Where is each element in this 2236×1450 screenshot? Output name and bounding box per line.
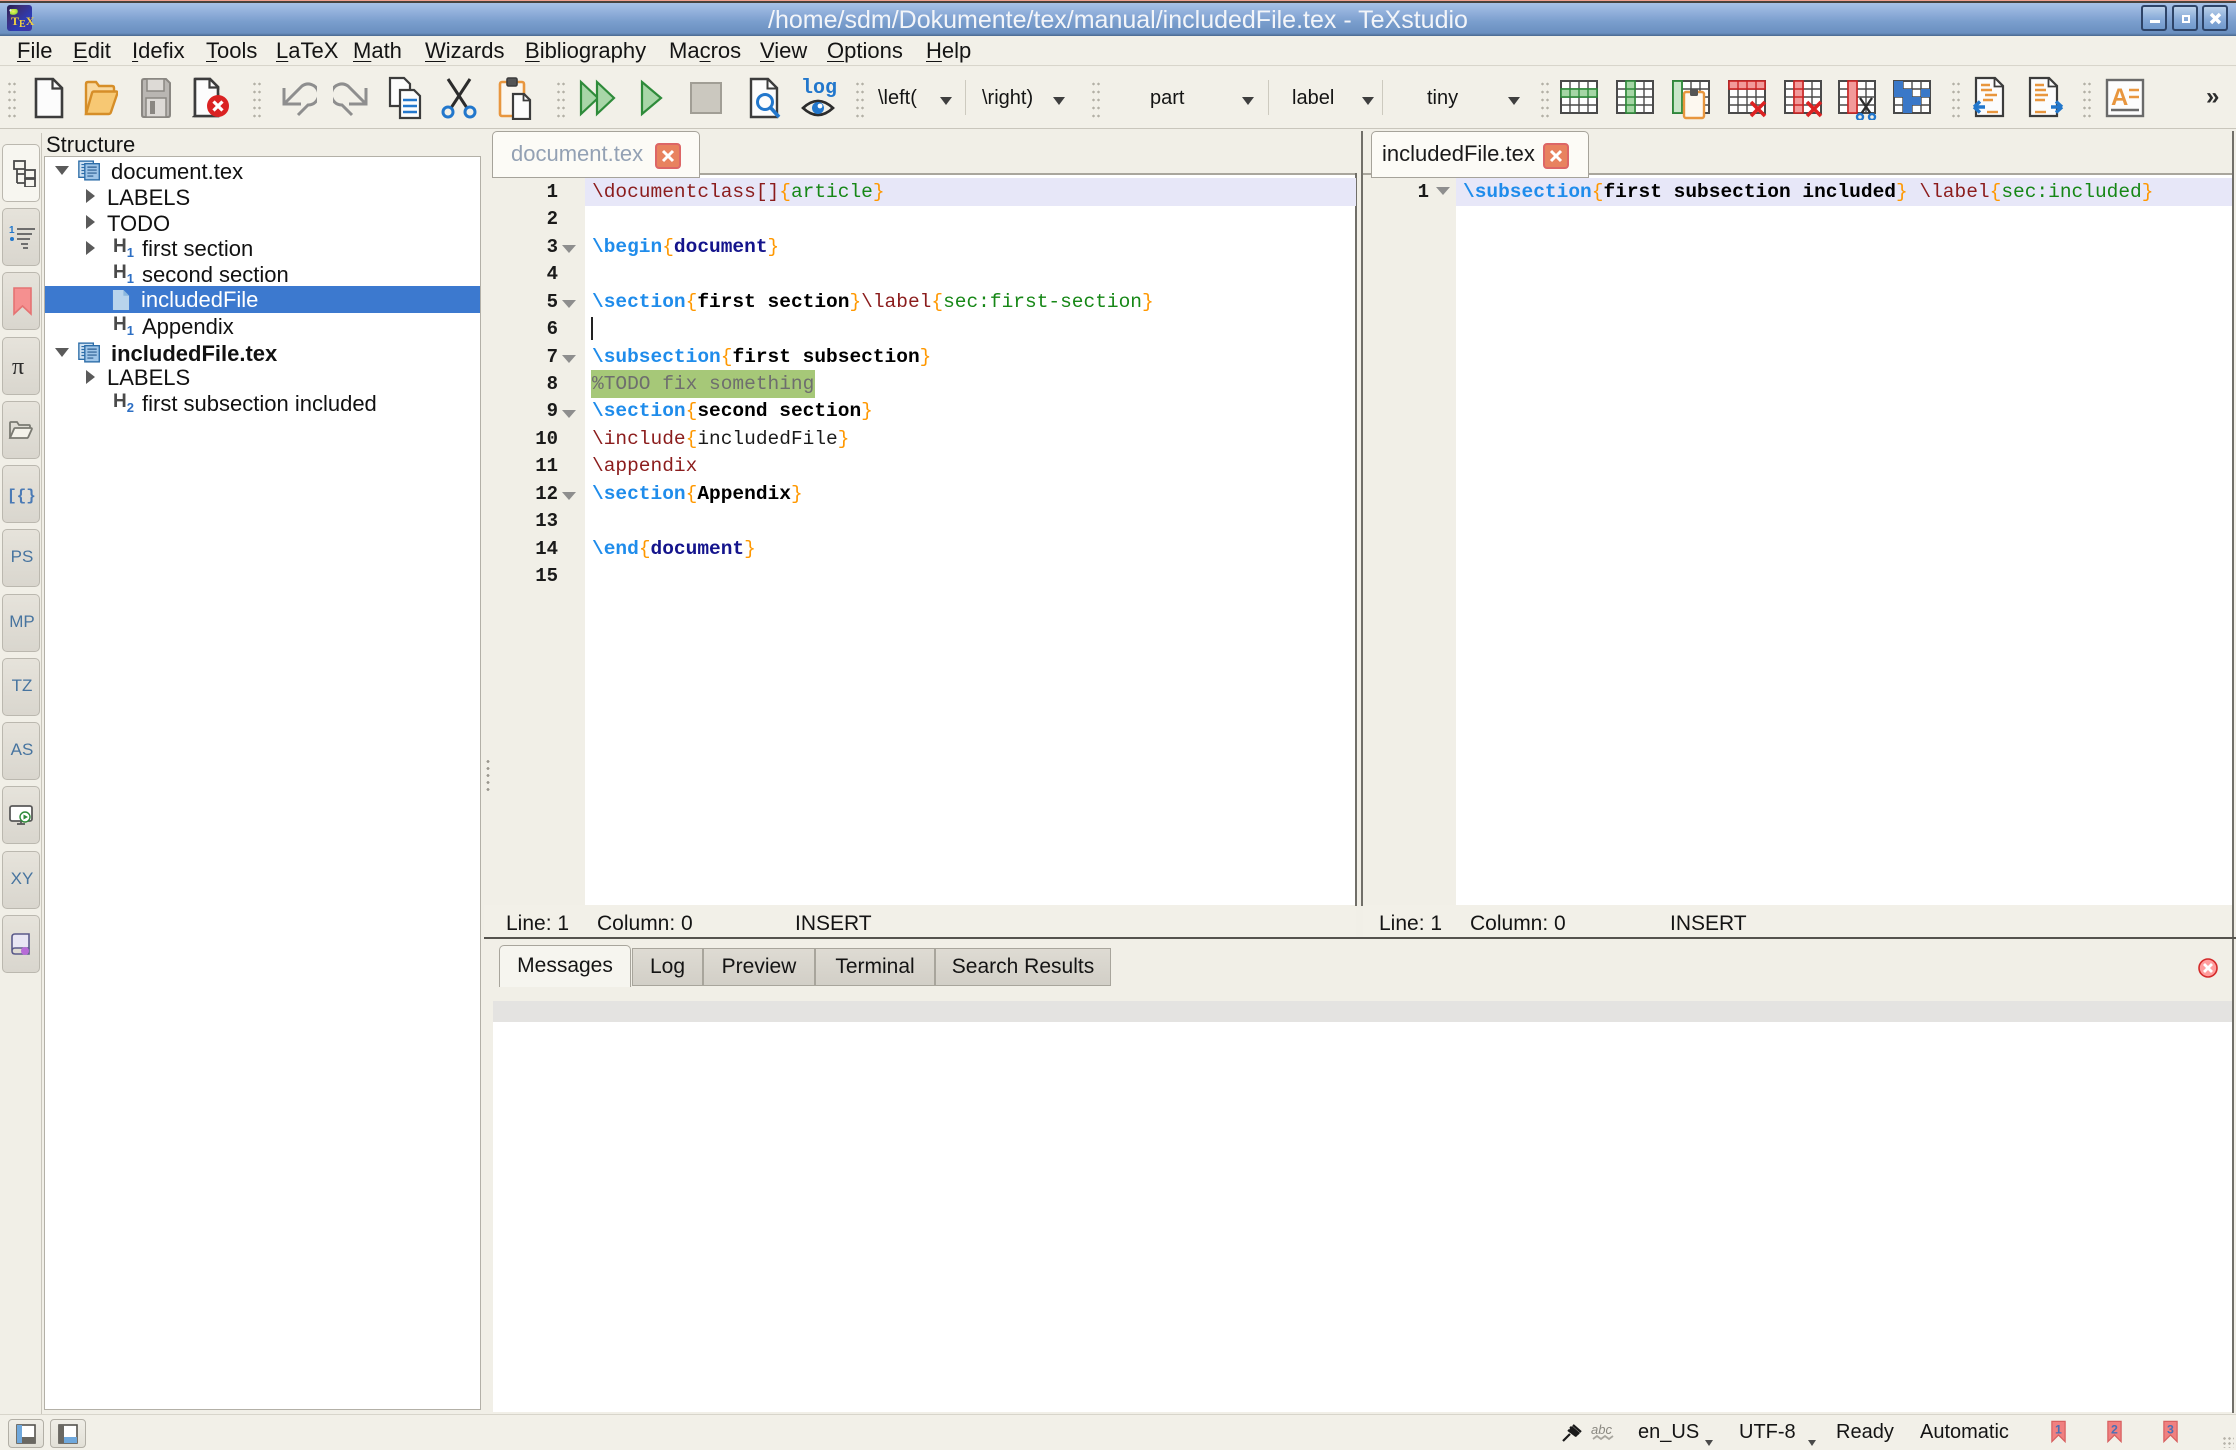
svg-text:1: 1 bbox=[2055, 1423, 2062, 1437]
svg-text:[{}]: [{}] bbox=[7, 487, 35, 505]
svg-text:log: log bbox=[801, 77, 837, 100]
svg-text:abc: abc bbox=[1591, 1422, 1612, 1437]
svg-text:A: A bbox=[2111, 84, 2128, 111]
svg-text:2: 2 bbox=[2111, 1423, 2118, 1437]
svg-text:1: 1 bbox=[9, 225, 15, 236]
svg-text:π: π bbox=[12, 354, 24, 379]
svg-text:3: 3 bbox=[2167, 1423, 2174, 1437]
